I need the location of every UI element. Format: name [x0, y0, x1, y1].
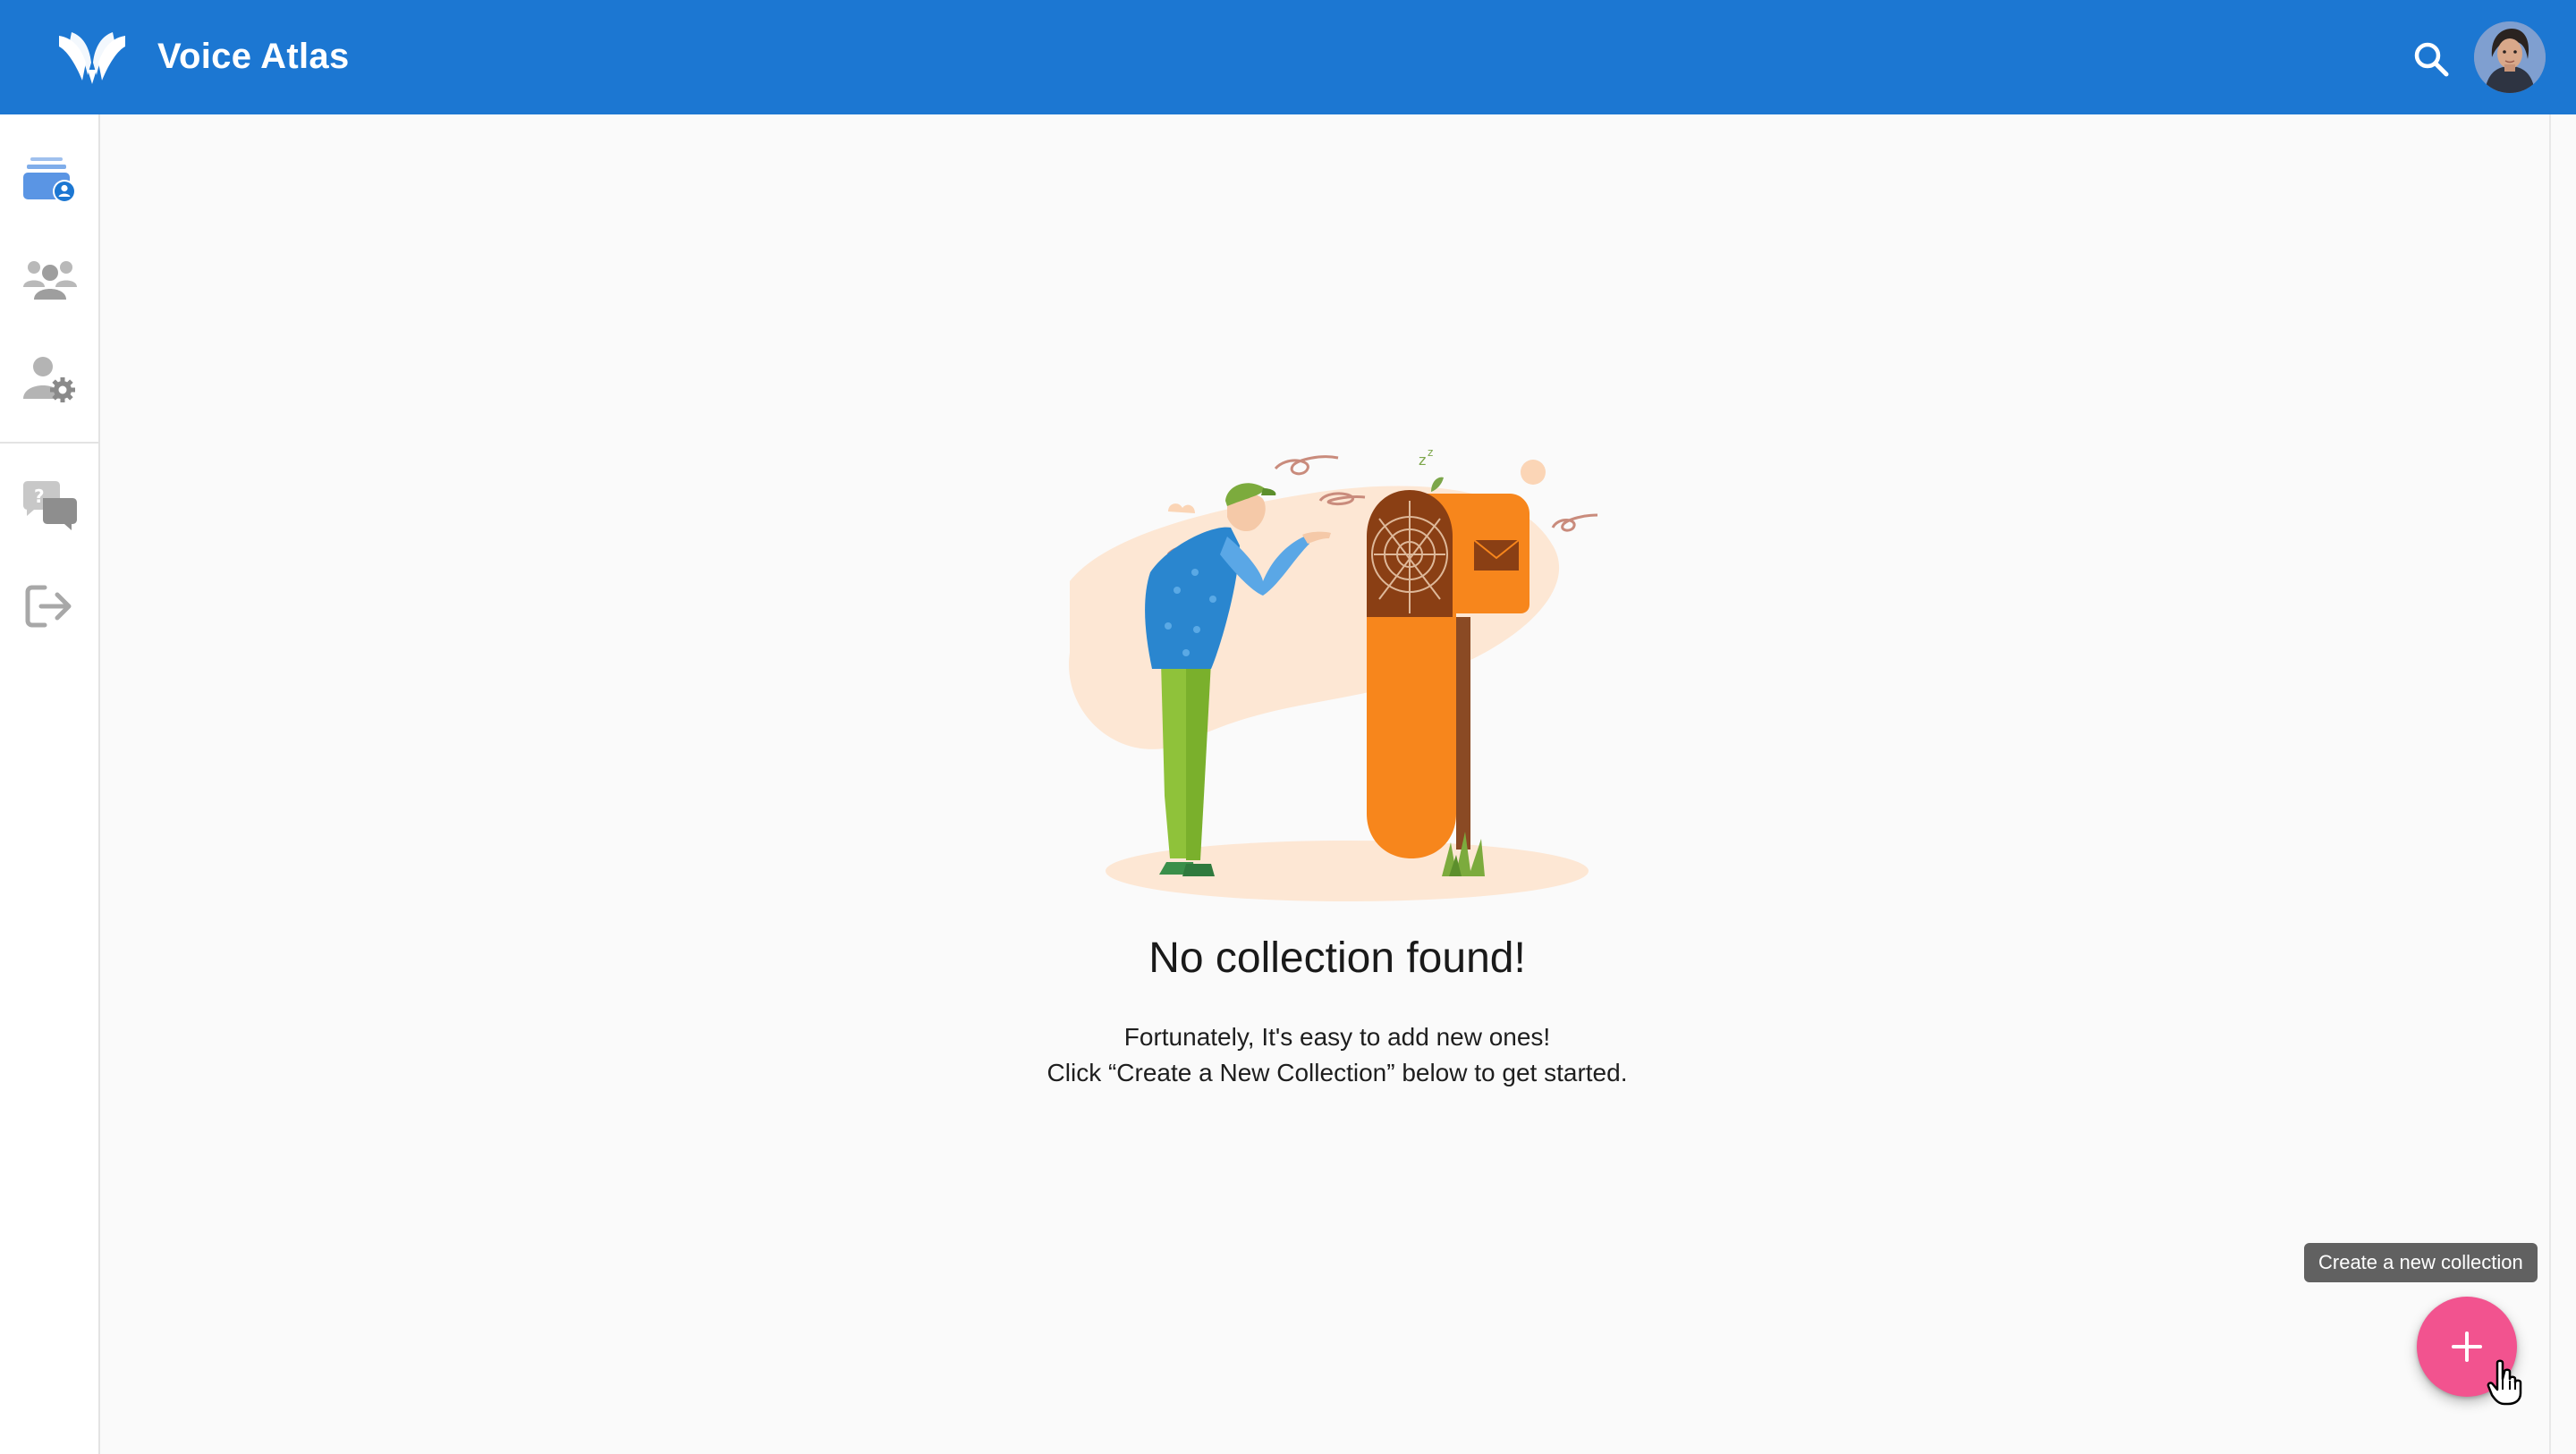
empty-state-message-line2: Click “Create a New Collection” below to…	[1046, 1059, 1628, 1086]
empty-state-message-line1: Fortunately, It's easy to add new ones!	[1123, 1023, 1551, 1051]
hand-cursor-icon	[2487, 1359, 2522, 1406]
search-button[interactable]	[2411, 39, 2451, 79]
svg-text:?: ?	[34, 486, 45, 507]
sidebar-item-logout[interactable]	[20, 576, 80, 637]
top-app-bar: Voice Atlas	[0, 0, 2576, 114]
search-icon[interactable]	[2411, 39, 2451, 79]
user-settings-icon[interactable]	[21, 352, 79, 406]
users-group-icon[interactable]	[21, 255, 79, 303]
svg-text:z: z	[1419, 452, 1426, 469]
logout-icon[interactable]	[23, 582, 77, 630]
avatar-image	[2474, 21, 2546, 93]
user-avatar[interactable]	[2474, 21, 2546, 93]
help-chat-icon[interactable]: ?	[21, 480, 79, 532]
sidebar-item-help[interactable]: ?	[20, 476, 80, 537]
app-title: Voice Atlas	[157, 37, 350, 76]
fab-tooltip: Create a new collection	[2304, 1243, 2538, 1282]
empty-mailbox-illustration: z z	[1069, 446, 1598, 901]
content-right-border	[2549, 114, 2551, 1454]
sidebar-item-user-settings[interactable]	[20, 349, 80, 410]
voice-atlas-logo-icon[interactable]	[55, 27, 129, 86]
sidebar-item-collections[interactable]	[20, 150, 80, 211]
sidebar-item-users[interactable]	[20, 249, 80, 309]
sidebar-divider	[0, 442, 98, 444]
sidebar-nav: ?	[0, 114, 100, 1454]
plus-icon[interactable]	[2449, 1329, 2485, 1365]
svg-text:z: z	[1428, 446, 1433, 459]
collections-icon[interactable]	[21, 154, 79, 207]
empty-state-title: No collection found!	[1148, 934, 1526, 982]
